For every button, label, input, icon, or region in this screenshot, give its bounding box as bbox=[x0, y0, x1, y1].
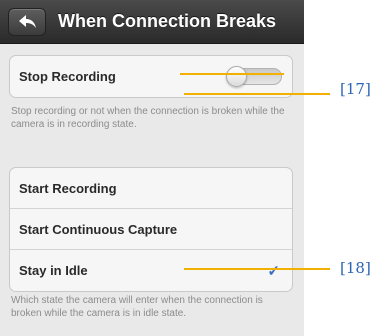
callout-line-17b bbox=[184, 93, 330, 95]
idle-state-note: Which state the camera will enter when t… bbox=[11, 295, 263, 319]
stop-recording-note: Stop recording or not when the connectio… bbox=[11, 106, 285, 130]
back-button[interactable] bbox=[8, 8, 46, 36]
idle-state-group: Start Recording Start Continuous Capture… bbox=[9, 167, 293, 292]
phone-screen: When Connection Breaks Stop Recording St… bbox=[0, 0, 304, 336]
checkmark-icon: ✓ bbox=[267, 263, 280, 280]
navigation-bar: When Connection Breaks bbox=[0, 0, 304, 44]
toggle-knob[interactable] bbox=[226, 66, 247, 87]
stop-recording-row[interactable]: Stop Recording bbox=[10, 56, 292, 97]
callout-label-18: [18] bbox=[340, 259, 371, 277]
callout-line-18 bbox=[184, 268, 330, 270]
option-stay-in-idle[interactable]: Stay in Idle ✓ bbox=[10, 250, 292, 291]
option-label: Start Continuous Capture bbox=[19, 222, 178, 237]
option-start-continuous-capture[interactable]: Start Continuous Capture bbox=[10, 209, 292, 250]
option-start-recording[interactable]: Start Recording bbox=[10, 168, 292, 209]
page-title: When Connection Breaks bbox=[58, 11, 277, 31]
callout-label-17: [17] bbox=[340, 80, 371, 98]
stop-recording-group: Stop Recording bbox=[9, 55, 293, 98]
back-arrow-icon bbox=[19, 15, 36, 28]
option-label: Start Recording bbox=[19, 181, 117, 196]
stop-recording-toggle[interactable] bbox=[226, 66, 282, 87]
stop-recording-label: Stop Recording bbox=[19, 69, 116, 84]
callout-line-17a bbox=[180, 73, 284, 75]
option-label: Stay in Idle bbox=[19, 263, 88, 278]
